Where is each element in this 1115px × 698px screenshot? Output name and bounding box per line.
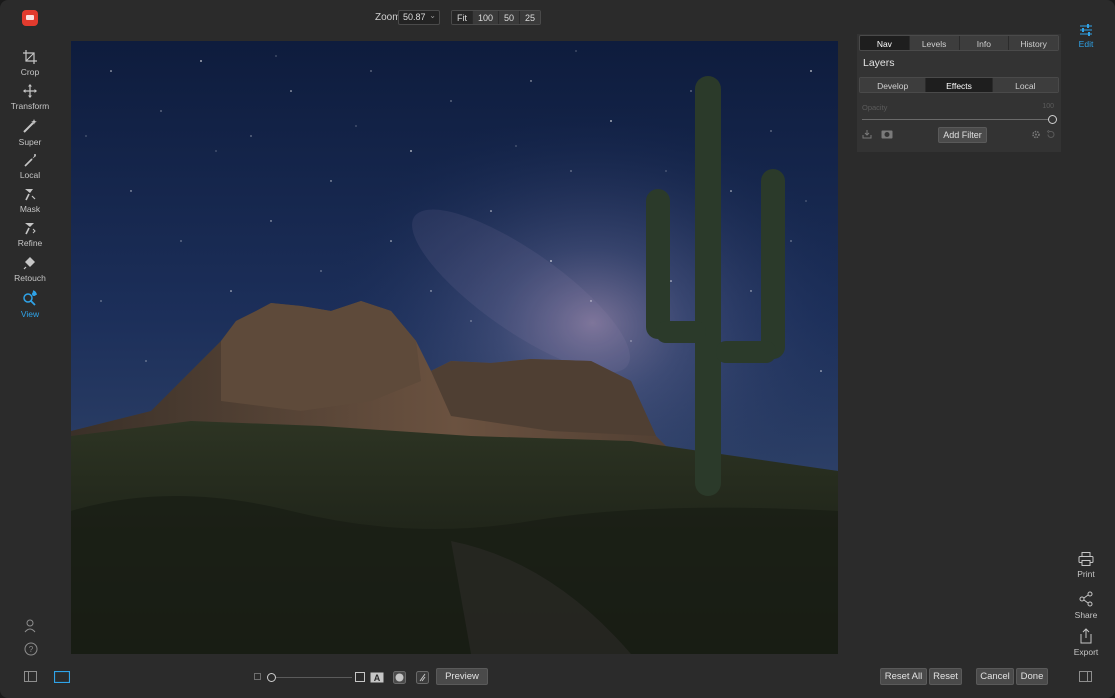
edit-label: Edit bbox=[1078, 39, 1094, 49]
app-logo-icon bbox=[22, 10, 38, 26]
tab-info[interactable]: Info bbox=[959, 36, 1010, 50]
tool-crop[interactable]: Crop bbox=[0, 50, 60, 77]
tool-retouch-label: Retouch bbox=[14, 273, 46, 283]
tab-history[interactable]: History bbox=[1009, 36, 1058, 50]
tab-levels[interactable]: Levels bbox=[909, 36, 960, 50]
tool-view[interactable]: View bbox=[0, 290, 60, 319]
zoom-100-button[interactable]: 100 bbox=[473, 11, 500, 24]
retouch-icon bbox=[23, 257, 35, 270]
reset-all-button[interactable]: Reset All bbox=[880, 668, 927, 685]
tool-transform[interactable]: Transform bbox=[0, 84, 60, 111]
user-icon[interactable] bbox=[24, 619, 38, 633]
tool-refine[interactable]: Refine bbox=[0, 221, 60, 248]
print-label: Print bbox=[1077, 569, 1095, 579]
magic-wand-icon bbox=[23, 119, 37, 133]
top-bar: Zoom 50.87 ⌄ Fit 100 50 25 bbox=[0, 0, 1115, 36]
tool-super[interactable]: Super bbox=[0, 118, 60, 147]
small-thumb-icon[interactable] bbox=[254, 673, 261, 680]
photo-canvas[interactable] bbox=[71, 41, 838, 654]
sliders-icon bbox=[1080, 24, 1092, 36]
print-button[interactable]: Print bbox=[1069, 552, 1103, 579]
tool-super-label: Super bbox=[18, 137, 42, 147]
export-icon bbox=[1080, 628, 1092, 644]
zoom-50-button[interactable]: 50 bbox=[499, 11, 521, 24]
tool-mask[interactable]: Mask bbox=[0, 187, 60, 214]
tool-retouch[interactable]: Retouch bbox=[0, 256, 60, 283]
share-icon bbox=[1079, 591, 1093, 607]
tool-refine-label: Refine bbox=[17, 238, 43, 248]
crop-icon bbox=[23, 50, 37, 64]
refine-brush-icon bbox=[25, 223, 36, 235]
opacity-slider-thumb[interactable] bbox=[1048, 115, 1057, 124]
export-label: Export bbox=[1073, 647, 1099, 657]
thumbnail-size-slider[interactable] bbox=[272, 677, 352, 678]
subtab-develop[interactable]: Develop bbox=[860, 78, 927, 92]
tool-local[interactable]: Local bbox=[0, 153, 60, 180]
printer-icon bbox=[1078, 552, 1094, 566]
opacity-slider-track[interactable] bbox=[862, 119, 1052, 120]
brush-icon bbox=[24, 154, 36, 167]
tool-view-label: View bbox=[20, 309, 40, 319]
subtab-local[interactable]: Local bbox=[992, 78, 1058, 92]
share-label: Share bbox=[1074, 610, 1098, 620]
mask-overlay-icon[interactable] bbox=[393, 671, 406, 684]
subtab-effects[interactable]: Effects bbox=[926, 78, 993, 92]
layer-subtabs: Develop Effects Local bbox=[859, 77, 1059, 93]
large-thumb-icon[interactable] bbox=[355, 672, 365, 682]
right-panel-toggle-icon[interactable] bbox=[1079, 671, 1092, 682]
share-button[interactable]: Share bbox=[1069, 591, 1103, 620]
photo-image bbox=[71, 41, 838, 654]
chevron-down-icon: ⌄ bbox=[429, 11, 436, 20]
zoom-label: Zoom bbox=[375, 12, 401, 23]
help-icon[interactable]: ? bbox=[24, 642, 38, 656]
zoom-value: 50.87 bbox=[403, 12, 426, 22]
app-window: Zoom 50.87 ⌄ Fit 100 50 25 Crop Transfor… bbox=[0, 0, 1115, 698]
compare-icon[interactable] bbox=[416, 671, 429, 684]
tool-local-label: Local bbox=[19, 170, 41, 180]
svg-text:A: A bbox=[374, 673, 381, 683]
edit-button[interactable]: Edit bbox=[1074, 24, 1098, 49]
tab-nav[interactable]: Nav bbox=[860, 36, 910, 50]
left-panel-toggle-icon[interactable] bbox=[24, 671, 37, 682]
zoom-25-button[interactable]: 25 bbox=[520, 11, 541, 24]
cancel-button[interactable]: Cancel bbox=[976, 668, 1014, 685]
export-button[interactable]: Export bbox=[1069, 628, 1103, 657]
mask-icon[interactable] bbox=[881, 130, 893, 139]
reset-button[interactable]: Reset bbox=[929, 668, 962, 685]
import-icon[interactable] bbox=[862, 130, 872, 139]
move-icon bbox=[23, 84, 37, 98]
zoom-fit-button[interactable]: Fit bbox=[452, 11, 473, 24]
panel-title: Layers bbox=[863, 57, 895, 69]
panel-tabs: Nav Levels Info History bbox=[859, 35, 1059, 51]
zoom-dropdown[interactable]: 50.87 ⌄ bbox=[398, 10, 440, 25]
single-view-icon[interactable] bbox=[54, 671, 70, 683]
opacity-label: Opacity bbox=[862, 103, 888, 112]
add-filter-button[interactable]: Add Filter bbox=[938, 127, 987, 143]
opacity-value: 100 bbox=[1042, 103, 1054, 110]
zoom-presets: Fit 100 50 25 bbox=[451, 10, 542, 25]
reset-icon[interactable] bbox=[1046, 130, 1056, 139]
thumbnail-size-thumb[interactable] bbox=[267, 673, 276, 682]
tool-transform-label: Transform bbox=[10, 101, 50, 111]
mask-brush-icon bbox=[25, 189, 36, 201]
layers-panel: Nav Levels Info History Layers Develop E… bbox=[857, 34, 1061, 152]
tool-crop-label: Crop bbox=[20, 67, 40, 77]
tool-mask-label: Mask bbox=[19, 204, 41, 214]
preview-button[interactable]: Preview bbox=[436, 668, 488, 685]
view-zoom-icon bbox=[23, 290, 37, 306]
svg-text:?: ? bbox=[29, 645, 34, 654]
done-button[interactable]: Done bbox=[1016, 668, 1048, 685]
settings-icon[interactable] bbox=[1031, 130, 1041, 139]
bottom-bar: A Preview Reset All Reset Cancel Done bbox=[0, 662, 1115, 692]
auto-icon[interactable]: A bbox=[370, 672, 384, 683]
